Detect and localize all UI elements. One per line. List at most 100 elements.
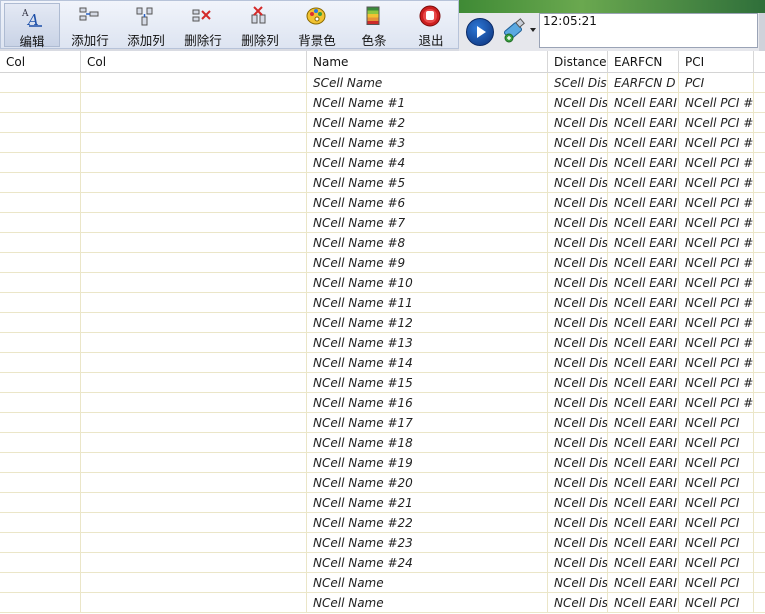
cell-col-1[interactable]	[0, 373, 81, 393]
cell-col-2[interactable]	[81, 153, 307, 173]
cell-name[interactable]: NCell Name #9	[307, 253, 548, 273]
cell-name[interactable]: NCell Name #15	[307, 373, 548, 393]
table-row[interactable]: NCell Name #8 NCell Dis NCell EARI NCell PC…	[0, 233, 765, 253]
cell-earfcn[interactable]: NCell EARI	[608, 553, 679, 573]
cell-name[interactable]: NCell Name #7	[307, 213, 548, 233]
cell-name[interactable]: NCell Name #19	[307, 453, 548, 473]
cell-col-2[interactable]	[81, 333, 307, 353]
cell-col-2[interactable]	[81, 553, 307, 573]
table-row[interactable]: NCell Name #19 NCell Dis NCell EARI NCell P…	[0, 453, 765, 473]
cell-col-2[interactable]	[81, 373, 307, 393]
cell-distance[interactable]: NCell Dis	[548, 453, 608, 473]
cell-earfcn[interactable]: NCell EARI	[608, 493, 679, 513]
background-color-button[interactable]: 背景色	[289, 3, 345, 48]
data-grid[interactable]: Col Col Name Distance EARFCN PCI SCell N…	[0, 51, 765, 614]
table-row[interactable]: NCell Name #20 NCell Dis NCell EARI NCell P…	[0, 473, 765, 493]
table-row[interactable]: NCell Name #16 NCell Dis NCell EARI NCell P…	[0, 393, 765, 413]
cell-distance[interactable]: NCell Dis	[548, 233, 608, 253]
cell-col-1[interactable]	[0, 593, 81, 613]
cell-col-1[interactable]	[0, 573, 81, 593]
cell-pci[interactable]: NCell PCI	[679, 593, 754, 613]
cell-name[interactable]: NCell Name #2	[307, 113, 548, 133]
cell-pci[interactable]: NCell PCI #	[679, 333, 754, 353]
cell-col-1[interactable]	[0, 473, 81, 493]
cell-col-1[interactable]	[0, 73, 81, 93]
cell-earfcn[interactable]: NCell EARI	[608, 233, 679, 253]
cell-pci[interactable]: NCell PCI #	[679, 353, 754, 373]
cell-distance[interactable]: NCell Dis	[548, 533, 608, 553]
cell-col-1[interactable]	[0, 333, 81, 353]
cell-earfcn[interactable]: NCell EARI	[608, 193, 679, 213]
cell-earfcn[interactable]: NCell EARI	[608, 373, 679, 393]
chevron-down-icon[interactable]	[530, 28, 536, 32]
cell-earfcn[interactable]: NCell EARI	[608, 573, 679, 593]
table-row[interactable]: NCell Name #14 NCell Dis NCell EARI NCell P…	[0, 353, 765, 373]
cell-name[interactable]: NCell Name #11	[307, 293, 548, 313]
cell-col-2[interactable]	[81, 533, 307, 553]
cell-distance[interactable]: NCell Dis	[548, 333, 608, 353]
table-row[interactable]: NCell Name #21 NCell Dis NCell EARI NCell P…	[0, 493, 765, 513]
cell-distance[interactable]: NCell Dis	[548, 173, 608, 193]
cell-name[interactable]: NCell Name #21	[307, 493, 548, 513]
cell-col-2[interactable]	[81, 453, 307, 473]
edit-button[interactable]: A A 编辑	[4, 3, 60, 49]
cell-distance[interactable]: NCell Dis	[548, 353, 608, 373]
cell-col-1[interactable]	[0, 133, 81, 153]
cell-name[interactable]: NCell Name	[307, 593, 548, 613]
cell-pci[interactable]: NCell PCI	[679, 453, 754, 473]
table-row[interactable]: NCell Name #9 NCell Dis NCell EARI NCell PC…	[0, 253, 765, 273]
table-row[interactable]: NCell Name #2 NCell Dis NCell EARI NCell PC…	[0, 113, 765, 133]
cell-distance[interactable]: SCell Dis	[548, 73, 608, 93]
cell-earfcn[interactable]: NCell EARI	[608, 253, 679, 273]
cell-col-1[interactable]	[0, 453, 81, 473]
table-row[interactable]: NCell Name #23 NCell Dis NCell EARI NCell P…	[0, 533, 765, 553]
cell-col-1[interactable]	[0, 293, 81, 313]
cell-name[interactable]: NCell Name #4	[307, 153, 548, 173]
cell-name[interactable]: NCell Name #14	[307, 353, 548, 373]
cell-col-2[interactable]	[81, 513, 307, 533]
cell-col-2[interactable]	[81, 493, 307, 513]
cell-name[interactable]: NCell Name #22	[307, 513, 548, 533]
table-row[interactable]: NCell Name #10 NCell Dis NCell EARI NCell P…	[0, 273, 765, 293]
cell-pci[interactable]: NCell PCI #	[679, 393, 754, 413]
cell-col-2[interactable]	[81, 313, 307, 333]
header-name[interactable]: Name	[307, 51, 548, 73]
cell-distance[interactable]: NCell Dis	[548, 113, 608, 133]
cell-earfcn[interactable]: NCell EARI	[608, 413, 679, 433]
cell-col-2[interactable]	[81, 73, 307, 93]
cell-col-2[interactable]	[81, 473, 307, 493]
table-row[interactable]: NCell Name #13 NCell Dis NCell EARI NCell P…	[0, 333, 765, 353]
cell-name[interactable]: NCell Name #18	[307, 433, 548, 453]
cell-earfcn[interactable]: NCell EARI	[608, 473, 679, 493]
cell-col-1[interactable]	[0, 553, 81, 573]
table-row[interactable]: NCell Name #3 NCell Dis NCell EARI NCell PC…	[0, 133, 765, 153]
cell-pci[interactable]: NCell PCI #	[679, 113, 754, 133]
cell-col-1[interactable]	[0, 493, 81, 513]
cell-col-1[interactable]	[0, 273, 81, 293]
cell-name[interactable]: NCell Name #12	[307, 313, 548, 333]
cell-pci[interactable]: NCell PCI	[679, 473, 754, 493]
cell-distance[interactable]: NCell Dis	[548, 433, 608, 453]
cell-col-1[interactable]	[0, 213, 81, 233]
cell-col-1[interactable]	[0, 313, 81, 333]
table-row[interactable]: NCell Name #7 NCell Dis NCell EARI NCell PC…	[0, 213, 765, 233]
cell-earfcn[interactable]: NCell EARI	[608, 293, 679, 313]
header-earfcn[interactable]: EARFCN	[608, 51, 679, 73]
cell-pci[interactable]: NCell PCI #	[679, 373, 754, 393]
cell-name[interactable]: NCell Name #5	[307, 173, 548, 193]
cell-name[interactable]: NCell Name #20	[307, 473, 548, 493]
cell-name[interactable]: NCell Name #6	[307, 193, 548, 213]
cell-col-2[interactable]	[81, 393, 307, 413]
cell-earfcn[interactable]: NCell EARI	[608, 533, 679, 553]
cell-name[interactable]: NCell Name #23	[307, 533, 548, 553]
cell-pci[interactable]: NCell PCI	[679, 553, 754, 573]
cell-distance[interactable]: NCell Dis	[548, 593, 608, 613]
cell-earfcn[interactable]: NCell EARI	[608, 433, 679, 453]
cell-name[interactable]: NCell Name #16	[307, 393, 548, 413]
cell-pci[interactable]: NCell PCI	[679, 573, 754, 593]
cell-distance[interactable]: NCell Dis	[548, 573, 608, 593]
cell-earfcn[interactable]: NCell EARI	[608, 513, 679, 533]
cell-col-1[interactable]	[0, 513, 81, 533]
cell-earfcn[interactable]: NCell EARI	[608, 353, 679, 373]
cell-pci[interactable]: NCell PCI #	[679, 193, 754, 213]
